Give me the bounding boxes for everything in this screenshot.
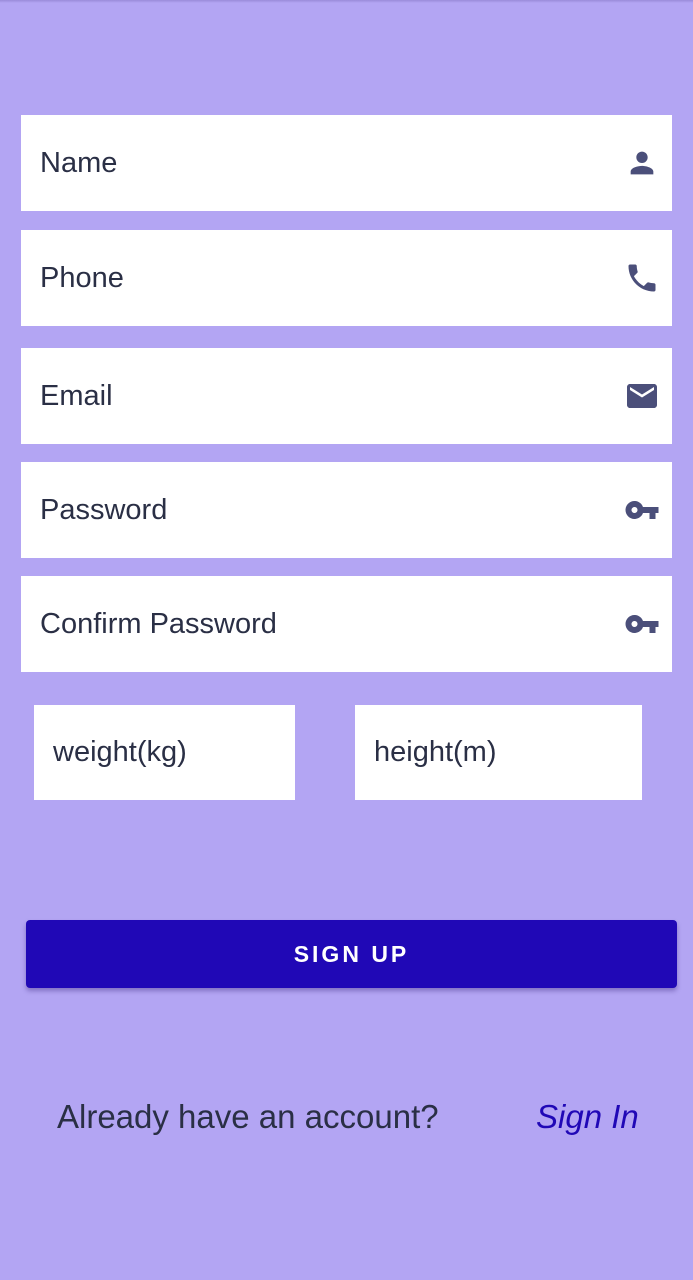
phone-icon	[624, 260, 660, 296]
email-field-container	[21, 348, 672, 444]
person-icon	[624, 145, 660, 181]
email-input[interactable]	[21, 348, 672, 444]
height-input[interactable]	[355, 705, 642, 800]
name-field-container	[21, 115, 672, 211]
password-field-container	[21, 462, 672, 558]
sign-in-link[interactable]: Sign In	[536, 1098, 639, 1136]
confirm-password-field-container	[21, 576, 672, 672]
weight-field-container	[34, 705, 295, 800]
height-field-container	[355, 705, 642, 800]
password-input[interactable]	[21, 462, 672, 558]
already-have-account-text: Already have an account?	[57, 1098, 439, 1135]
confirm-password-input[interactable]	[21, 576, 672, 672]
sign-up-button[interactable]: SIGN UP	[26, 920, 677, 988]
email-icon	[624, 378, 660, 414]
name-input[interactable]	[21, 115, 672, 211]
weight-input[interactable]	[34, 705, 295, 800]
key-icon	[624, 606, 660, 642]
phone-input[interactable]	[21, 230, 672, 326]
phone-field-container	[21, 230, 672, 326]
key-icon	[624, 492, 660, 528]
status-bar-shadow	[0, 0, 693, 3]
